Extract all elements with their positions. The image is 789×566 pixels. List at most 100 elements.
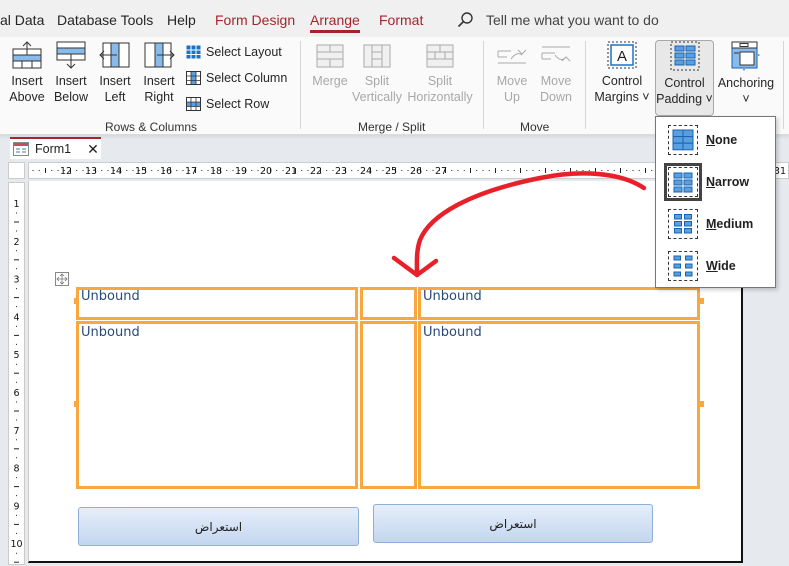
padding-option-narrow[interactable]: Narrow bbox=[664, 163, 750, 201]
padding-wide-icon bbox=[668, 251, 698, 281]
padding-narrow-icon bbox=[664, 163, 702, 201]
search-icon bbox=[457, 12, 473, 28]
padding-medium-icon bbox=[668, 209, 698, 239]
unbound-textbox[interactable]: Unbound bbox=[76, 287, 358, 320]
ruler-label: 16 bbox=[160, 166, 172, 177]
insert-left-icon bbox=[99, 42, 130, 68]
control-margins-label-2: Margins ˅ bbox=[594, 90, 650, 104]
tab-arrange[interactable]: Arrange bbox=[310, 12, 360, 33]
merge-label: Merge bbox=[312, 74, 348, 88]
resize-handle[interactable] bbox=[699, 298, 704, 304]
tab-database-tools[interactable]: Database Tools bbox=[57, 12, 153, 28]
insert-right-label-2: Right bbox=[144, 90, 174, 104]
document-tab-form1[interactable]: Form1 ✕ bbox=[10, 137, 101, 159]
move-down-label-1: Move bbox=[540, 74, 572, 88]
insert-below-button[interactable]: Insert Below bbox=[52, 41, 90, 105]
merge-icon bbox=[316, 44, 344, 68]
insert-above-button[interactable]: Insert Above bbox=[6, 41, 48, 105]
move-down-button[interactable]: Move Down bbox=[537, 41, 575, 105]
insert-left-label-2: Left bbox=[104, 90, 126, 104]
merge-split-group-label: Merge / Split bbox=[358, 120, 426, 134]
ruler-label: 26 bbox=[410, 166, 422, 177]
tell-me-search-input[interactable]: Tell me what you want to do bbox=[486, 12, 659, 28]
split-horizontally-label-2: Horizontally bbox=[407, 90, 473, 104]
resize-handle[interactable] bbox=[699, 401, 704, 407]
move-group-label: Move bbox=[520, 120, 550, 134]
ruler-label: 1 bbox=[13, 199, 19, 210]
ruler-label: 24 bbox=[360, 166, 372, 177]
rows-columns-group-label: Rows & Columns bbox=[105, 120, 198, 134]
split-vertically-icon bbox=[363, 44, 391, 68]
ruler-label: 5 bbox=[13, 350, 19, 361]
control-margins-label-1: Control bbox=[601, 74, 643, 88]
browse-button-left[interactable]: استعراض bbox=[78, 507, 359, 546]
move-down-icon bbox=[541, 46, 571, 62]
ruler-label: 15 bbox=[135, 166, 147, 177]
padding-option-medium[interactable]: Medium bbox=[668, 209, 753, 239]
control-padding-label-2: Padding ˅ bbox=[656, 92, 713, 106]
ruler-corner[interactable] bbox=[8, 162, 25, 179]
split-vertically-label-1: Split bbox=[364, 74, 390, 88]
ruler-label: 23 bbox=[335, 166, 347, 177]
split-horizontally-button[interactable]: Split Horizontally bbox=[406, 41, 474, 105]
group-divider bbox=[300, 41, 301, 129]
anchoring-icon bbox=[731, 41, 760, 71]
move-down-label-2: Down bbox=[540, 90, 572, 104]
empty-layout-cell[interactable] bbox=[360, 321, 417, 489]
menu-bar: al Data Database Tools Help Form Design … bbox=[0, 0, 789, 37]
padding-option-none[interactable]: None bbox=[668, 125, 737, 155]
layout-move-handle-icon[interactable] bbox=[55, 272, 69, 286]
padding-option-label: Wide bbox=[706, 259, 736, 273]
ruler-label: 7 bbox=[13, 426, 19, 437]
merge-button[interactable]: Merge bbox=[310, 41, 350, 89]
insert-right-label-1: Insert bbox=[143, 74, 175, 88]
unbound-textbox[interactable]: Unbound bbox=[418, 287, 700, 320]
control-padding-button[interactable]: Control Padding ˅ bbox=[655, 41, 714, 107]
tab-help[interactable]: Help bbox=[167, 12, 196, 28]
insert-right-button[interactable]: Insert Right bbox=[140, 41, 178, 105]
browse-button-right[interactable]: استعراض bbox=[373, 504, 653, 543]
insert-above-label-2: Above bbox=[9, 90, 45, 104]
control-padding-label-1: Control bbox=[664, 76, 705, 90]
unbound-textbox[interactable]: Unbound bbox=[418, 321, 700, 489]
empty-layout-cell[interactable] bbox=[360, 287, 417, 320]
ruler-label: 9 bbox=[13, 501, 19, 512]
insert-below-label-2: Below bbox=[53, 90, 89, 104]
insert-left-button[interactable]: Insert Left bbox=[97, 41, 133, 105]
ruler-label: 17 bbox=[185, 166, 197, 177]
anchoring-button[interactable]: Anchoring ˅ bbox=[716, 41, 776, 107]
select-column-button[interactable]: Select Column bbox=[186, 71, 287, 85]
ruler-label: 12 bbox=[60, 166, 72, 177]
tab-external-data[interactable]: al Data bbox=[0, 12, 44, 28]
select-layout-button[interactable]: Select Layout bbox=[186, 45, 282, 59]
ruler-ticks: 1 2 3 4 5 6 7 8 9 10 bbox=[10, 199, 23, 563]
padding-option-label: Narrow bbox=[706, 175, 750, 189]
ruler-label: 22 bbox=[310, 166, 322, 177]
move-up-button[interactable]: Move Up bbox=[494, 41, 530, 105]
split-vertically-button[interactable]: Split Vertically bbox=[352, 41, 402, 105]
padding-option-wide[interactable]: Wide bbox=[668, 251, 736, 281]
close-tab-icon[interactable]: ✕ bbox=[87, 141, 99, 158]
padding-none-icon bbox=[668, 125, 698, 155]
select-row-button[interactable]: Select Row bbox=[186, 97, 269, 111]
tab-form-design[interactable]: Form Design bbox=[215, 12, 295, 28]
group-divider bbox=[783, 41, 784, 129]
form-icon bbox=[13, 142, 29, 156]
ruler-label: 2 bbox=[13, 237, 19, 248]
vertical-ruler: 1 2 3 4 5 6 7 8 9 10 bbox=[8, 182, 25, 565]
tab-format[interactable]: Format bbox=[379, 12, 423, 28]
insert-above-icon bbox=[12, 41, 42, 69]
select-row-icon bbox=[186, 97, 201, 111]
anchoring-label-1: Anchoring bbox=[717, 76, 775, 90]
ruler-label: 25 bbox=[385, 166, 397, 177]
select-column-icon bbox=[186, 71, 201, 85]
select-row-label: Select Row bbox=[206, 97, 270, 111]
ruler-label: 13 bbox=[85, 166, 97, 177]
unbound-textbox[interactable]: Unbound bbox=[76, 321, 358, 489]
ruler-label: 21 bbox=[285, 166, 297, 177]
control-margins-button[interactable]: A Control Margins ˅ bbox=[592, 41, 652, 105]
resize-handle[interactable] bbox=[74, 401, 79, 407]
resize-handle[interactable] bbox=[74, 298, 79, 304]
padding-option-label: Medium bbox=[706, 217, 754, 231]
ruler-label: 14 bbox=[110, 166, 122, 177]
